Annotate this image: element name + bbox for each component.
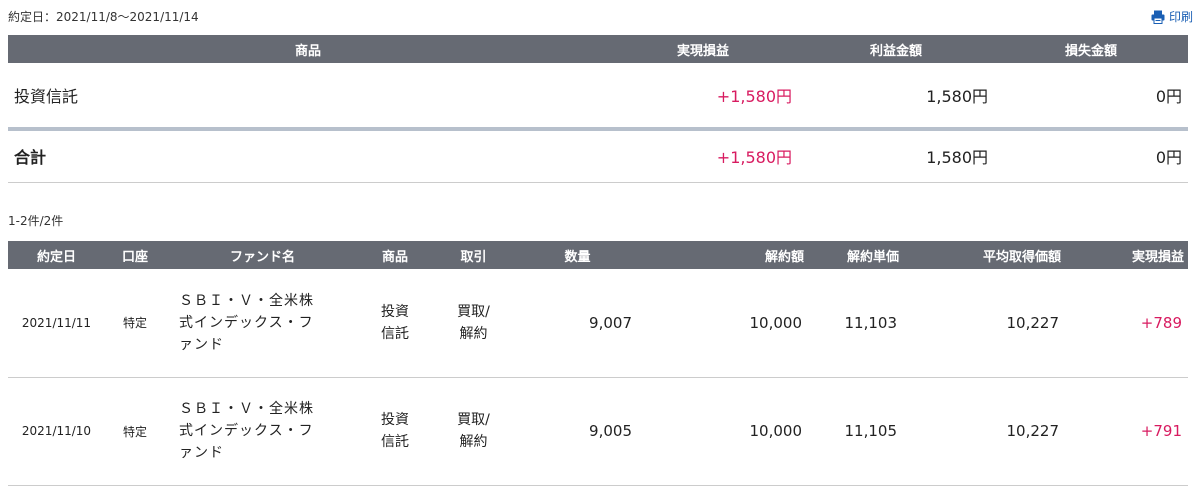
row-avg-cost: 10,227 xyxy=(903,269,1065,378)
fund-line: ＳＢＩ・Ｖ・全米株 xyxy=(179,292,314,309)
summary-table: 商品 実現損益 利益金額 損失金額 投資信託 +1,580円 1,580円 0円… xyxy=(8,35,1188,183)
trade-line: 解約 xyxy=(459,325,488,342)
row-fund-name: ＳＢＩ・Ｖ・全米株 式インデックス・フ ァンド xyxy=(165,377,360,486)
summary-header-row: 商品 実現損益 利益金額 損失金額 xyxy=(8,35,1188,63)
summary-profit: 1,580円 xyxy=(798,63,994,131)
summary-realized: +1,580円 xyxy=(608,63,798,131)
detail-col-amount: 解約額 xyxy=(638,241,808,269)
row-trade: 買取/ 解約 xyxy=(430,377,517,486)
trade-line: 買取/ xyxy=(457,303,490,320)
printer-icon xyxy=(1151,10,1165,24)
summary-product: 投資信託 xyxy=(8,63,608,131)
table-row: 2021/11/10 特定 ＳＢＩ・Ｖ・全米株 式インデックス・フ ァンド 投資… xyxy=(8,377,1188,486)
trade-line: 買取/ xyxy=(457,412,490,428)
fund-line: ＳＢＩ・Ｖ・全米株 xyxy=(179,401,314,417)
summary-col-product: 商品 xyxy=(8,35,608,63)
table-row: 2021/11/11 特定 ＳＢＩ・Ｖ・全米株 式インデックス・フ ァンド 投資… xyxy=(8,269,1188,378)
row-account: 特定 xyxy=(105,377,165,486)
fund-line: ァンド xyxy=(179,445,224,461)
row-trade: 買取/ 解約 xyxy=(430,269,517,378)
row-unit-price: 11,105 xyxy=(808,377,903,486)
row-fund-name: ＳＢＩ・Ｖ・全米株 式インデックス・フ ァンド xyxy=(165,269,360,378)
product-line: 信託 xyxy=(381,434,409,450)
print-button[interactable]: 印刷 xyxy=(1151,8,1193,26)
trade-period: 約定日：2021/11/8～2021/11/14 xyxy=(8,10,199,24)
detail-col-realized: 実現損益 xyxy=(1065,241,1188,269)
list-count: 1-2件/2件 xyxy=(8,214,64,228)
top-bar: 約定日：2021/11/8～2021/11/14 印刷 xyxy=(8,8,1193,28)
detail-col-trade: 取引 xyxy=(430,241,517,269)
detail-col-product: 商品 xyxy=(360,241,430,269)
detail-header-row: 約定日 口座 ファンド名 商品 取引 数量 解約額 解約単価 平均取得価額 実現… xyxy=(8,241,1188,269)
total-profit: 1,580円 xyxy=(798,129,994,183)
fund-line: 式インデックス・フ xyxy=(179,314,314,331)
summary-loss: 0円 xyxy=(994,63,1188,131)
row-amount: 10,000 xyxy=(638,269,808,378)
total-realized: +1,580円 xyxy=(608,129,798,183)
fund-line: ァンド xyxy=(179,336,224,353)
row-product: 投資 信託 xyxy=(360,377,430,486)
summary-col-loss: 損失金額 xyxy=(994,35,1188,63)
print-label: 印刷 xyxy=(1168,10,1193,24)
trade-line: 解約 xyxy=(459,434,488,450)
row-realized: +791 xyxy=(1065,377,1188,486)
row-realized: +789 xyxy=(1065,269,1188,378)
detail-col-avg-cost: 平均取得価額 xyxy=(903,241,1065,269)
detail-col-date: 約定日 xyxy=(8,241,105,269)
row-unit-price: 11,103 xyxy=(808,269,903,378)
summary-col-realized: 実現損益 xyxy=(608,35,798,63)
detail-col-fund: ファンド名 xyxy=(165,241,360,269)
product-line: 投資 xyxy=(381,412,409,428)
row-date: 2021/11/10 xyxy=(8,377,105,486)
summary-col-profit: 利益金額 xyxy=(798,35,994,63)
total-loss: 0円 xyxy=(994,129,1188,183)
summary-total-row: 合計 +1,580円 1,580円 0円 xyxy=(8,129,1188,183)
detail-table: 約定日 口座 ファンド名 商品 取引 数量 解約額 解約単価 平均取得価額 実現… xyxy=(8,241,1188,486)
row-quantity: 9,005 xyxy=(517,377,638,486)
row-account: 特定 xyxy=(105,269,165,378)
product-line: 信託 xyxy=(381,325,409,342)
detail-col-unit-price: 解約単価 xyxy=(808,241,903,269)
fund-line: 式インデックス・フ xyxy=(179,423,314,439)
row-avg-cost: 10,227 xyxy=(903,377,1065,486)
row-amount: 10,000 xyxy=(638,377,808,486)
row-date: 2021/11/11 xyxy=(8,269,105,378)
summary-row: 投資信託 +1,580円 1,580円 0円 xyxy=(8,63,1188,131)
product-line: 投資 xyxy=(381,303,409,320)
row-product: 投資 信託 xyxy=(360,269,430,378)
row-quantity: 9,007 xyxy=(517,269,638,378)
detail-col-quantity: 数量 xyxy=(517,241,638,269)
total-label: 合計 xyxy=(8,129,608,183)
detail-col-account: 口座 xyxy=(105,241,165,269)
